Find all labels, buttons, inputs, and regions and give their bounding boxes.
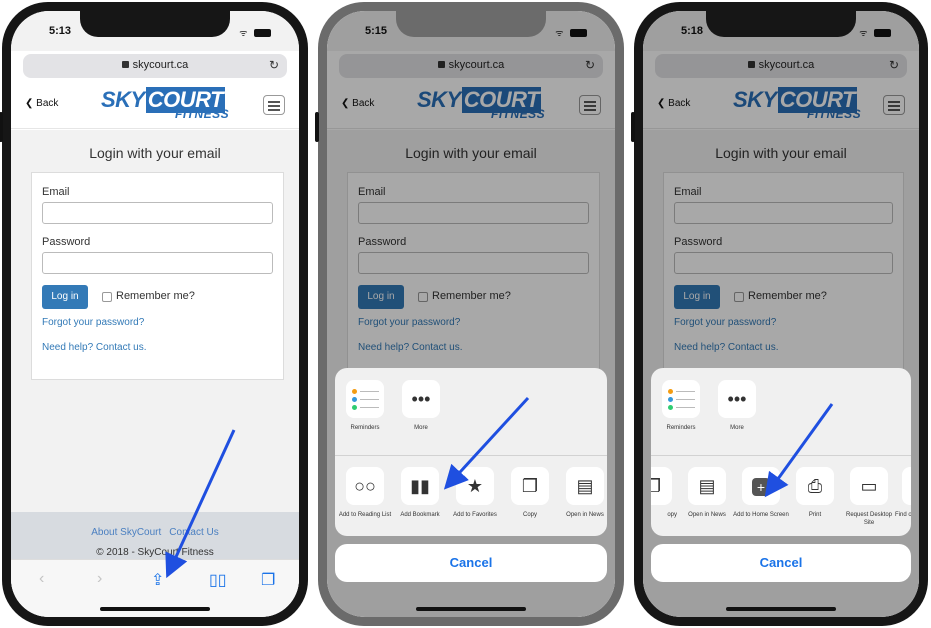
arrow-to-share-sheet	[443, 396, 530, 490]
arrow-to-add-home-screen	[764, 403, 834, 498]
annotation-arrows	[165, 396, 834, 579]
arrow-to-share-icon	[165, 429, 236, 579]
